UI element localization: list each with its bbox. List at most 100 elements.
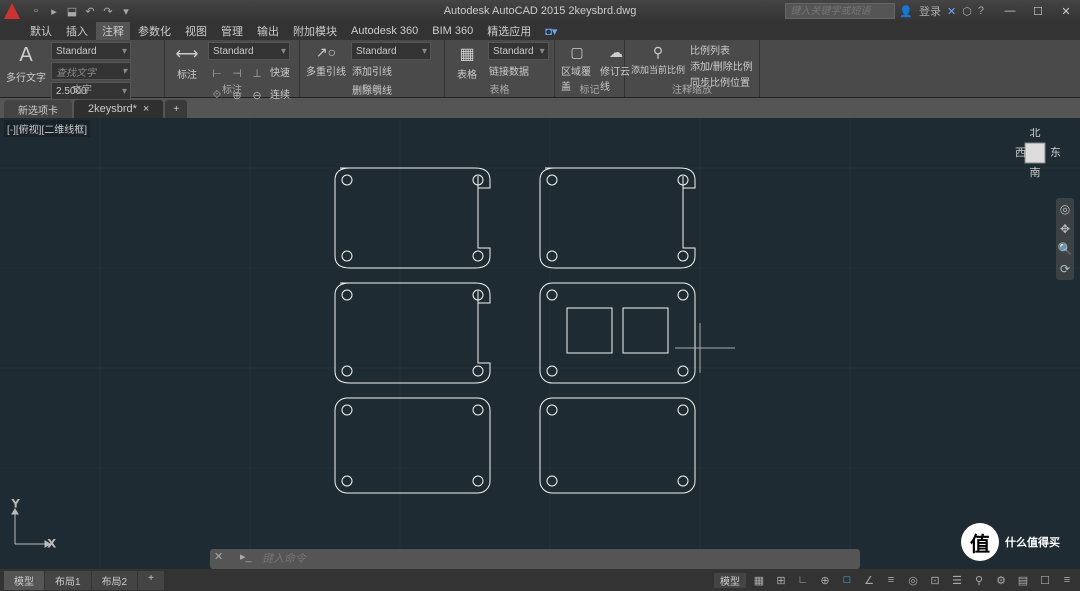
watermark-text: 什么值得买 [1005, 534, 1060, 550]
command-input[interactable] [262, 553, 860, 565]
quick-access-toolbar: ▫ ▸ ⬓ ↶ ↷ ▾ [28, 3, 134, 19]
tab-insert[interactable]: 插入 [60, 22, 94, 40]
revcloud-icon: ☁ [609, 44, 623, 61]
status-sc-icon[interactable]: ☰ [948, 571, 966, 589]
svg-text:西: 西 [1015, 147, 1026, 159]
ribbon-tabs: 默认 插入 注释 参数化 视图 管理 输出 附加模块 Autodesk 360 … [0, 22, 1080, 40]
qat-redo-icon[interactable]: ↷ [100, 3, 116, 19]
status-snap-icon[interactable]: ⊞ [772, 571, 790, 589]
table-style-combo[interactable]: Standard [488, 42, 549, 60]
tab-a360[interactable]: Autodesk 360 [345, 24, 424, 38]
status-otrack-icon[interactable]: ∠ [860, 571, 878, 589]
a360-icon[interactable]: ⬡ [962, 5, 972, 18]
qat-undo-icon[interactable]: ↶ [82, 3, 98, 19]
dim-btn1-icon[interactable]: ⊢ [208, 64, 226, 82]
nav-orbit-icon[interactable]: ⟳ [1060, 262, 1070, 276]
scale-adddel-button[interactable]: 添加/删除比例 [690, 58, 753, 73]
new-tab[interactable]: 新选项卡 [4, 100, 72, 118]
tab-view[interactable]: 视图 [179, 22, 213, 40]
status-custom-icon[interactable]: ≡ [1058, 571, 1076, 589]
tab-output[interactable]: 输出 [251, 22, 285, 40]
table-icon: ▦ [459, 44, 474, 64]
exchange-icon[interactable]: ✕ [947, 5, 956, 18]
status-qp-icon[interactable]: ⊡ [926, 571, 944, 589]
tab-expand-icon[interactable]: ◘▾ [539, 24, 563, 39]
layout-tab-model[interactable]: 模型 [4, 571, 45, 590]
svg-text:东: 东 [1050, 146, 1060, 159]
cmd-prompt-icon: ▸_ [240, 550, 258, 568]
nav-pan-icon[interactable]: ✥ [1060, 222, 1070, 236]
layout-tabs: 模型 布局1 布局2 + [4, 571, 165, 590]
status-ortho-icon[interactable]: ∟ [794, 571, 812, 589]
mleader-button[interactable]: ↗○ 多重引线 [304, 42, 348, 80]
panel-markup: ▢ 区域覆盖 ☁ 修订云线 标记 [555, 40, 625, 97]
minimize-button[interactable]: — [996, 1, 1024, 21]
command-line[interactable]: ✕ ▸_ [210, 549, 860, 569]
qat-more-icon[interactable]: ▾ [118, 3, 134, 19]
layout-tab-1[interactable]: 布局1 [45, 571, 92, 590]
drawing-content [0, 118, 1080, 569]
panel-dimension: ⟷ 标注 Standard ⊢ ⊣ ⊥ 快速 ⟐ ⊕ ⊖ 连续 标注 [165, 40, 300, 97]
status-ws-icon[interactable]: ⚙ [992, 571, 1010, 589]
tab-default[interactable]: 默认 [24, 22, 58, 40]
viewcube[interactable]: 北 南 西 东 [1010, 128, 1060, 178]
drawing-canvas[interactable]: [-][俯视][二维线框] [0, 118, 1080, 569]
table-button[interactable]: ▦ 表格 [449, 42, 485, 83]
nav-wheel-icon[interactable]: ◎ [1060, 202, 1070, 216]
tab-bim360[interactable]: BIM 360 [426, 24, 479, 38]
dim-btn3-icon[interactable]: ⊥ [248, 64, 266, 82]
dimension-button[interactable]: ⟷ 标注 [169, 42, 205, 83]
status-clean-icon[interactable]: ☐ [1036, 571, 1054, 589]
status-iso-icon[interactable]: ▤ [1014, 571, 1032, 589]
qat-save-icon[interactable]: ⬓ [64, 3, 80, 19]
layout-tab-add[interactable]: + [138, 571, 165, 590]
status-mode-label[interactable]: 模型 [714, 573, 746, 588]
user-area[interactable]: 👤 登录 ✕ ⬡ ? [899, 3, 984, 19]
leader-style-combo[interactable]: Standard [351, 42, 431, 60]
close-button[interactable]: ✕ [1052, 1, 1080, 21]
wipeout-icon: ▢ [570, 44, 583, 61]
text-find-combo[interactable]: 查找文字 [51, 62, 131, 80]
qat-new-icon[interactable]: ▫ [28, 3, 44, 19]
help-search-input[interactable] [785, 3, 895, 19]
app-icon[interactable] [4, 3, 20, 19]
status-osnap-icon[interactable]: □ [838, 571, 856, 589]
status-polar-icon[interactable]: ⊕ [816, 571, 834, 589]
status-lwt-icon[interactable]: ≡ [882, 571, 900, 589]
layout-tab-2[interactable]: 布局2 [92, 571, 139, 590]
panel-scale: ⚲ 添加当前比例 比例列表 添加/删除比例 同步比例位置 注释缩放 [625, 40, 760, 97]
panel-text-title: 文字 [0, 81, 164, 96]
dimension-icon: ⟷ [176, 44, 199, 64]
nav-zoom-icon[interactable]: 🔍 [1058, 242, 1073, 256]
dim-style-combo[interactable]: Standard [208, 42, 290, 60]
watermark: 值 什么值得买 [961, 523, 1060, 561]
tab-featured[interactable]: 精选应用 [481, 22, 537, 40]
text-style-combo[interactable]: Standard [51, 42, 131, 60]
tab-parametric[interactable]: 参数化 [132, 22, 177, 40]
watermark-logo: 值 [961, 523, 999, 561]
tab-annotate[interactable]: 注释 [96, 22, 130, 40]
panel-dim-title: 标注 [165, 81, 299, 96]
ucs-icon: X Y [10, 499, 60, 549]
maximize-button[interactable]: ☐ [1024, 1, 1052, 21]
cmd-close-icon[interactable]: ✕ [214, 550, 232, 568]
qat-open-icon[interactable]: ▸ [46, 3, 62, 19]
dim-quick-label[interactable]: 快速 [270, 64, 290, 82]
addscale-button[interactable]: ⚲ 添加当前比例 [629, 42, 687, 78]
status-tpy-icon[interactable]: ◎ [904, 571, 922, 589]
tab-close-icon[interactable]: × [143, 103, 149, 115]
doc-tab-active[interactable]: 2keysbrd*× [74, 100, 163, 118]
mtext-button[interactable]: A 多行文字 [4, 42, 48, 86]
status-grid-icon[interactable]: ▦ [750, 571, 768, 589]
svg-text:Y: Y [12, 499, 20, 510]
tab-manage[interactable]: 管理 [215, 22, 249, 40]
status-ann-icon[interactable]: ⚲ [970, 571, 988, 589]
link-data-button[interactable]: 链接数据 [488, 62, 549, 79]
scale-list-button[interactable]: 比例列表 [690, 42, 753, 57]
panel-text: A 多行文字 Standard 查找文字 2.5000 文字 [0, 40, 165, 97]
dim-btn2-icon[interactable]: ⊣ [228, 64, 246, 82]
tab-addins[interactable]: 附加模块 [287, 22, 343, 40]
help-icon[interactable]: ? [978, 5, 984, 17]
mtext-icon: A [19, 44, 32, 67]
add-leader-button[interactable]: 添加引线 [351, 62, 431, 79]
